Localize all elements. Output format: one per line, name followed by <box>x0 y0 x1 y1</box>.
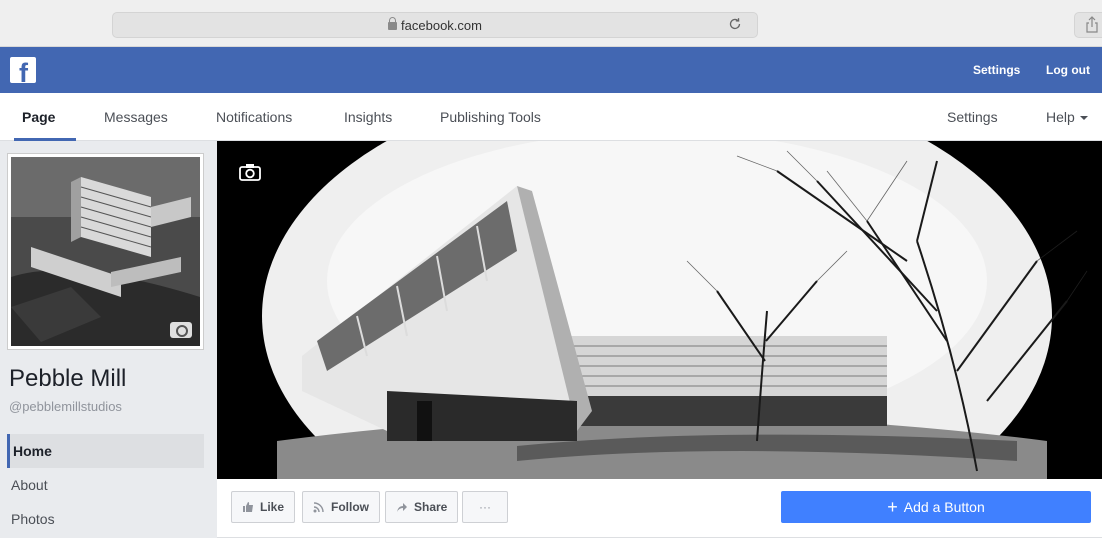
camera-icon[interactable] <box>239 163 261 181</box>
add-a-button[interactable]: + Add a Button <box>781 491 1091 523</box>
chevron-down-icon <box>1079 116 1088 120</box>
left-nav: Home About Photos <box>7 434 204 536</box>
sidebar-item-home[interactable]: Home <box>7 434 204 468</box>
top-settings-link[interactable]: Settings <box>973 63 1020 77</box>
add-button-label: Add a Button <box>903 499 985 515</box>
tab-messages[interactable]: Messages <box>104 109 168 125</box>
follow-icon <box>313 502 324 513</box>
browser-toolbar: facebook.com <box>0 0 1102 47</box>
url-text: facebook.com <box>401 18 482 33</box>
logout-link[interactable]: Log out <box>1046 63 1090 77</box>
profile-image <box>11 157 200 346</box>
share-button[interactable]: Share <box>385 491 459 523</box>
cover-photo[interactable] <box>217 141 1102 479</box>
more-icon: ··· <box>479 500 491 514</box>
tab-notifications[interactable]: Notifications <box>216 109 292 125</box>
help-menu[interactable]: Help <box>1046 109 1088 125</box>
url-display: facebook.com <box>113 17 757 33</box>
facebook-logo[interactable]: f <box>10 57 36 83</box>
plus-icon: + <box>887 497 898 517</box>
more-options-button[interactable]: ··· <box>462 491 508 523</box>
browser-share-button[interactable] <box>1074 12 1102 38</box>
help-label: Help <box>1046 109 1075 125</box>
profile-picture[interactable] <box>7 153 204 350</box>
page-nav: Page Messages Notifications Insights Pub… <box>0 93 1102 141</box>
sidebar-item-about[interactable]: About <box>7 468 204 502</box>
lock-icon <box>388 17 398 30</box>
reload-icon[interactable] <box>727 16 743 32</box>
follow-button[interactable]: Follow <box>302 491 380 523</box>
active-tab-indicator <box>14 138 76 141</box>
share-arrow-icon <box>397 503 407 512</box>
camera-icon[interactable] <box>170 322 192 338</box>
address-bar[interactable]: facebook.com <box>112 12 758 38</box>
page-title: Pebble Mill <box>9 365 127 392</box>
logo-letter: f <box>19 58 28 83</box>
tab-insights[interactable]: Insights <box>344 109 392 125</box>
facebook-top-bar: f Settings Log out <box>0 47 1102 93</box>
page-username[interactable]: @pebblemillstudios <box>9 399 122 414</box>
thumbs-up-icon <box>243 502 253 512</box>
cover-image <box>217 141 1102 479</box>
share-icon <box>1086 16 1098 33</box>
tab-page[interactable]: Page <box>22 109 55 125</box>
building-photo <box>11 157 200 346</box>
like-label: Like <box>260 500 285 514</box>
like-button[interactable]: Like <box>231 491 296 523</box>
share-label: Share <box>414 500 448 514</box>
follow-label: Follow <box>331 500 369 514</box>
page-action-bar: Like Follow Share ··· + Add a Button <box>217 479 1102 538</box>
tab-publishing-tools[interactable]: Publishing Tools <box>440 109 541 125</box>
sidebar-item-photos[interactable]: Photos <box>7 502 204 536</box>
page-settings-link[interactable]: Settings <box>947 109 998 125</box>
